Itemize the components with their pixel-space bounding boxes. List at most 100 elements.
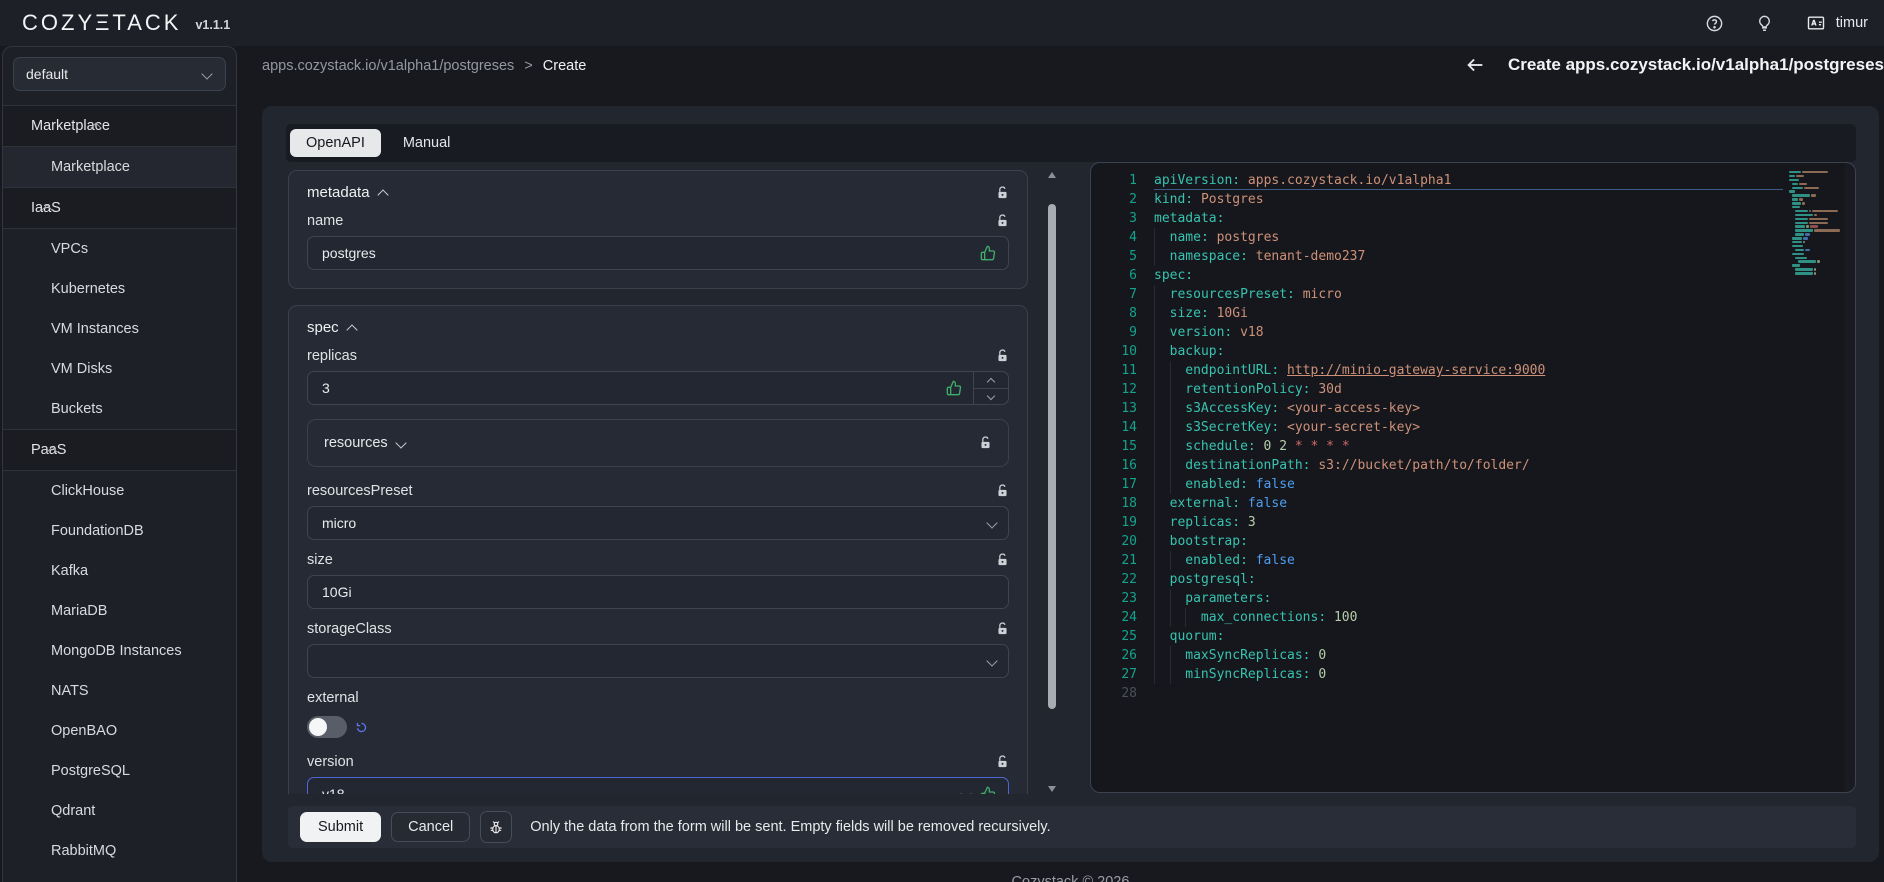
tab-manual[interactable]: Manual bbox=[387, 129, 467, 157]
version-select[interactable]: v18 bbox=[307, 777, 1009, 794]
lock-icon[interactable] bbox=[996, 755, 1009, 769]
lock-icon[interactable] bbox=[996, 349, 1009, 363]
editor-minimap[interactable] bbox=[1789, 171, 1843, 278]
chevron-down-icon bbox=[986, 655, 998, 667]
sidebar-group-iaas[interactable]: IaaS bbox=[3, 187, 236, 229]
sidebar-item-rabbitmq[interactable]: RabbitMQ bbox=[3, 831, 236, 871]
editor-line[interactable]: 6 spec: bbox=[1091, 266, 1855, 285]
tab-openapi[interactable]: OpenAPI bbox=[290, 129, 381, 157]
lock-icon[interactable] bbox=[996, 553, 1009, 567]
collapse-icon[interactable] bbox=[346, 323, 358, 336]
lock-icon[interactable] bbox=[996, 622, 1009, 636]
editor-line[interactable]: 19 replicas: 3 bbox=[1091, 513, 1855, 532]
back-arrow-icon[interactable] bbox=[1464, 54, 1486, 76]
reset-default-icon[interactable] bbox=[355, 721, 368, 734]
help-icon[interactable] bbox=[1705, 13, 1725, 33]
editor-line[interactable]: 17 enabled: false bbox=[1091, 475, 1855, 494]
replicas-input[interactable]: 3 bbox=[307, 371, 1009, 405]
lock-icon[interactable] bbox=[996, 214, 1009, 228]
editor-line[interactable]: 21 enabled: false bbox=[1091, 551, 1855, 570]
storageclass-select[interactable] bbox=[307, 644, 1009, 678]
debug-bug-button[interactable] bbox=[480, 811, 513, 843]
editor-line[interactable]: 26 maxSyncReplicas: 0 bbox=[1091, 646, 1855, 665]
editor-line[interactable]: 9 version: v18 bbox=[1091, 323, 1855, 342]
create-form-panel: OpenAPI Manual metadata name postgres sp… bbox=[262, 106, 1879, 862]
scrollbar-thumb[interactable] bbox=[1048, 204, 1056, 709]
sidebar-item-mongodb-instances[interactable]: MongoDB Instances bbox=[3, 631, 236, 671]
sidebar-item-nats[interactable]: NATS bbox=[3, 671, 236, 711]
sidebar-item-foundationdb[interactable]: FoundationDB bbox=[3, 511, 236, 551]
cancel-button[interactable]: Cancel bbox=[391, 812, 471, 842]
size-input[interactable]: 10Gi bbox=[307, 575, 1009, 609]
form-mode-tabs: OpenAPI Manual bbox=[286, 124, 1856, 162]
editor-scrollbar[interactable] bbox=[1845, 163, 1855, 792]
editor-line[interactable]: 25 quorum: bbox=[1091, 627, 1855, 646]
editor-line[interactable]: 16 destinationPath: s3://bucket/path/to/f… bbox=[1091, 456, 1855, 475]
sidebar-item-kubernetes[interactable]: Kubernetes bbox=[3, 269, 236, 309]
editor-line[interactable]: 13 s3AccessKey: <your-access-key> bbox=[1091, 399, 1855, 418]
sidebar-item-buckets[interactable]: Buckets bbox=[3, 389, 236, 429]
form-scrollbar[interactable] bbox=[1047, 170, 1057, 794]
breadcrumb: apps.cozystack.io/v1alpha1/postgreses > … bbox=[262, 58, 586, 74]
editor-line[interactable]: 10 backup: bbox=[1091, 342, 1855, 361]
tenant-selector[interactable]: default bbox=[13, 57, 226, 91]
thumbs-up-icon bbox=[980, 786, 996, 794]
yaml-editor[interactable]: 1 apiVersion: apps.cozystack.io/v1alpha1 2… bbox=[1090, 162, 1856, 793]
editor-line[interactable]: 7 resourcesPreset: micro bbox=[1091, 285, 1855, 304]
size-field-label: size bbox=[307, 552, 333, 568]
sidebar-item-qdrant[interactable]: Qdrant bbox=[3, 791, 236, 831]
editor-line[interactable]: 1 apiVersion: apps.cozystack.io/v1alpha1 bbox=[1091, 171, 1855, 190]
resources-collapsed-section[interactable]: resources bbox=[307, 419, 1009, 467]
editor-line[interactable]: 4 name: postgres bbox=[1091, 228, 1855, 247]
resourcespreset-select[interactable]: micro bbox=[307, 506, 1009, 540]
sidebar-item-vm-disks[interactable]: VM Disks bbox=[3, 349, 236, 389]
editor-line[interactable]: 28 bbox=[1091, 684, 1855, 703]
editor-line[interactable]: 3 metadata: bbox=[1091, 209, 1855, 228]
scroll-down-arrow[interactable] bbox=[1048, 786, 1056, 792]
editor-line[interactable]: 22 postgresql: bbox=[1091, 570, 1855, 589]
replicas-input-value: 3 bbox=[322, 380, 330, 396]
editor-line[interactable]: 12 retentionPolicy: 30d bbox=[1091, 380, 1855, 399]
submit-button[interactable]: Submit bbox=[300, 812, 382, 842]
sidebar-group-paas[interactable]: PaaS bbox=[3, 429, 236, 471]
external-field-label: external bbox=[307, 690, 359, 706]
sidebar-item-kafka[interactable]: Kafka bbox=[3, 551, 236, 591]
user-menu[interactable]: timur bbox=[1805, 13, 1868, 33]
editor-line[interactable]: 27 minSyncReplicas: 0 bbox=[1091, 665, 1855, 684]
editor-line[interactable]: 14 s3SecretKey: <your-secret-key> bbox=[1091, 418, 1855, 437]
lock-icon[interactable] bbox=[979, 436, 992, 450]
lock-icon[interactable] bbox=[996, 185, 1009, 200]
editor-line[interactable]: 24 max_connections: 100 bbox=[1091, 608, 1855, 627]
editor-line[interactable]: 23 parameters: bbox=[1091, 589, 1855, 608]
editor-line[interactable]: 11 endpointURL: http://minio-gateway-serv… bbox=[1091, 361, 1855, 380]
version-field-label: version bbox=[307, 754, 354, 770]
sidebar-item-postgresql[interactable]: PostgreSQL bbox=[3, 751, 236, 791]
editor-line[interactable]: 20 bootstrap: bbox=[1091, 532, 1855, 551]
sidebar: default Marketplace Marketplace IaaS VPCs Ku… bbox=[2, 46, 237, 882]
editor-line[interactable]: 15 schedule: 0 2 * * * * bbox=[1091, 437, 1855, 456]
spec-section: spec replicas 3 resources resourcesPrese… bbox=[288, 305, 1028, 794]
replicas-field-label: replicas bbox=[307, 348, 357, 364]
sidebar-group-marketplace[interactable]: Marketplace bbox=[3, 105, 236, 147]
sidebar-item-marketplace[interactable]: Marketplace bbox=[3, 147, 236, 187]
sidebar-item-vpcs[interactable]: VPCs bbox=[3, 229, 236, 269]
sidebar-item-mariadb[interactable]: MariaDB bbox=[3, 591, 236, 631]
sidebar-item-clickhouse[interactable]: ClickHouse bbox=[3, 471, 236, 511]
lock-icon[interactable] bbox=[996, 484, 1009, 498]
sidebar-item-openbao[interactable]: OpenBAO bbox=[3, 711, 236, 751]
editor-line[interactable]: 18 external: false bbox=[1091, 494, 1855, 513]
scroll-up-arrow[interactable] bbox=[1048, 172, 1056, 178]
editor-line[interactable]: 8 size: 10Gi bbox=[1091, 304, 1855, 323]
sidebar-item-vm-instances[interactable]: VM Instances bbox=[3, 309, 236, 349]
editor-line[interactable]: 2 kind: Postgres bbox=[1091, 190, 1855, 209]
stepper-up-button[interactable] bbox=[974, 372, 1008, 389]
breadcrumb-separator: > bbox=[524, 58, 533, 74]
collapse-icon[interactable] bbox=[376, 188, 389, 201]
external-toggle[interactable] bbox=[307, 716, 347, 738]
stepper-down-button[interactable] bbox=[974, 389, 1008, 405]
breadcrumb-path[interactable]: apps.cozystack.io/v1alpha1/postgreses bbox=[262, 58, 514, 74]
chevron-down-icon bbox=[986, 517, 998, 529]
theme-lightbulb-icon[interactable] bbox=[1755, 13, 1775, 33]
name-input[interactable]: postgres bbox=[307, 236, 1009, 270]
editor-line[interactable]: 5 namespace: tenant-demo237 bbox=[1091, 247, 1855, 266]
